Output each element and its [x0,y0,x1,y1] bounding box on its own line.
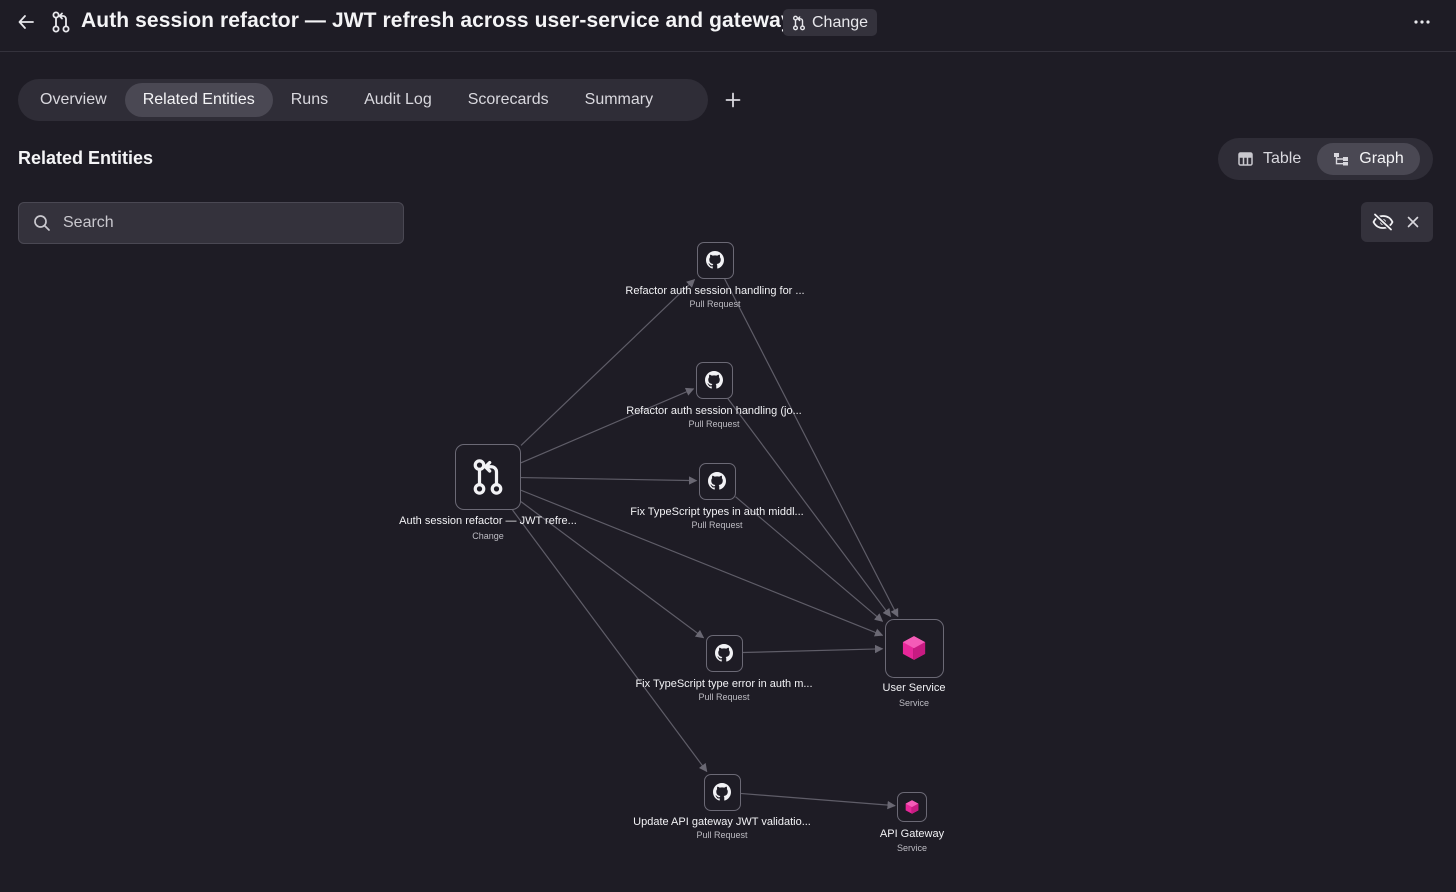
graph-edge-pr1-to-svc_user [723,278,899,618]
graph-node-pr2[interactable] [695,361,733,399]
graph-node-label: Refactor auth session handling for ... [625,285,805,297]
arrow-left-icon [18,15,34,29]
cube-icon [900,634,928,662]
github-icon [715,644,733,662]
graph-edge-pr4-to-svc_user [742,644,884,654]
cube-icon [904,799,920,815]
graph-node-type: Pull Request [691,520,743,530]
close-button[interactable] [1402,211,1424,233]
entity-type-badge[interactable]: Change [783,9,878,36]
graph-node-label: Fix TypeScript type error in auth m... [635,678,813,690]
tab-related-entities[interactable]: Related Entities [124,83,273,117]
search-input[interactable] [63,214,383,232]
graph-hierarchy-icon [1334,153,1349,166]
git-pull-request-icon [792,15,806,30]
graph-node-pr4[interactable] [705,634,743,672]
graph-edge-change-to-pr3 [520,476,698,485]
graph-node-pr3[interactable] [698,462,736,500]
graph-edge-change-to-pr1 [520,279,696,446]
graph-edge-change-to-pr2 [520,387,695,464]
graph-node-pr5[interactable] [703,773,741,811]
graph-node-type: Change [472,531,504,541]
graph-node-label: Refactor auth session handling (jo... [626,405,802,417]
graph-view-button[interactable]: Graph [1317,143,1420,175]
graph-node-label: Fix TypeScript types in auth middl... [630,506,804,518]
git-pull-request-icon [471,458,505,496]
entity-type-label: Change [812,13,869,31]
section-title: Related Entities [18,148,154,168]
add-tab-button[interactable] [721,88,745,112]
tab-audit-log[interactable]: Audit Log [346,83,450,117]
more-horizontal-icon [1414,20,1430,24]
more-options-button[interactable] [1408,10,1436,34]
graph-node-pr1[interactable] [696,241,734,279]
graph-edge-change-to-pr5 [512,509,708,773]
graph-node-type: Service [898,698,930,708]
graph-controls [1361,202,1433,242]
github-icon [705,371,723,389]
github-icon [706,251,724,269]
tab-summary[interactable]: Summary [567,83,671,117]
github-icon [713,783,731,801]
view-toggle: Table Graph [1218,138,1433,180]
graph-node-label: API Gateway [879,828,945,840]
graph-node-type: Pull Request [689,299,741,309]
tab-scorecards[interactable]: Scorecards [450,83,567,117]
tab-bar: Overview Related Entities Runs Audit Log… [18,79,708,121]
entity-graph-edges [512,278,899,810]
plus-icon [725,92,741,108]
graph-node-type: Service [896,843,928,853]
graph-edge-pr5-to-svc_gw [740,792,896,810]
graph-node-type: Pull Request [688,419,740,429]
table-icon [1238,152,1253,166]
graph-view-label: Graph [1359,150,1404,167]
page-header: Auth session refactor — JWT refresh acro… [0,0,1456,52]
tab-overview[interactable]: Overview [22,83,125,117]
close-icon [1407,216,1419,228]
git-pull-request-icon [50,10,72,34]
table-view-label: Table [1263,150,1302,167]
github-icon [708,472,726,490]
table-view-button[interactable]: Table [1222,143,1317,175]
graph-node-type: Pull Request [696,830,748,840]
graph-node-svc-user[interactable] [884,618,944,678]
graph-node-type: Pull Request [698,692,750,702]
graph-node-label: User Service [882,682,946,694]
graph-node-svc-gw[interactable] [897,792,927,822]
toggle-visibility-button[interactable] [1370,209,1396,235]
graph-node-change[interactable] [455,444,521,510]
page-title: Auth session refactor — JWT refresh acro… [81,9,793,32]
search-box [18,202,404,244]
tab-runs[interactable]: Runs [273,83,346,117]
search-icon [34,215,50,231]
back-button[interactable] [14,10,38,34]
graph-node-label: Update API gateway JWT validatio... [633,816,811,828]
graph-node-label: Auth session refactor — JWT refre... [399,515,577,527]
eye-off-icon [1372,213,1394,231]
